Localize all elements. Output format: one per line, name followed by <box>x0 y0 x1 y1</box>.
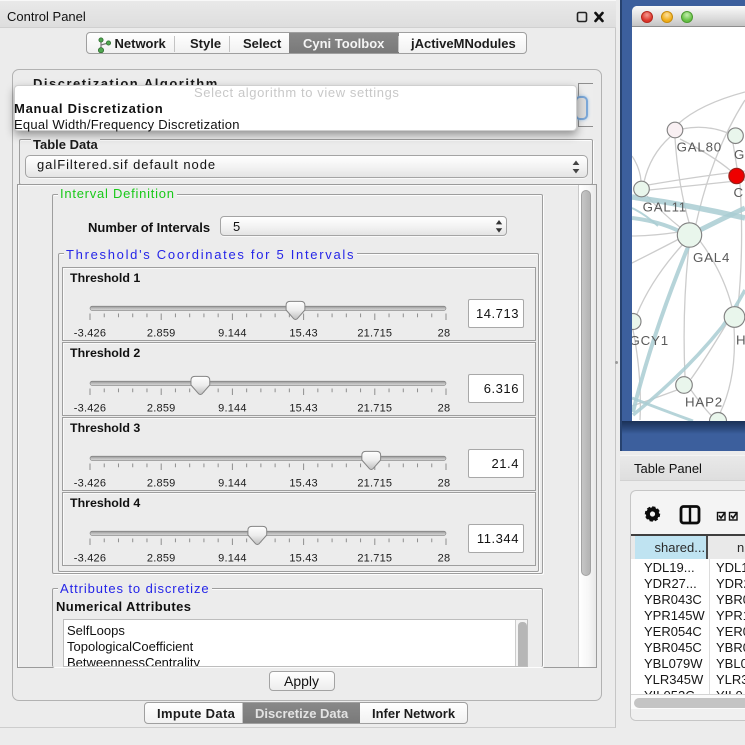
svg-text:15.43: 15.43 <box>289 403 318 415</box>
svg-text:GAL80: GAL80 <box>677 140 722 155</box>
svg-text:28: 28 <box>438 553 451 565</box>
svg-text:H: H <box>736 333 745 348</box>
svg-text:GAL4: GAL4 <box>693 250 730 265</box>
svg-text:HAP2: HAP2 <box>685 395 723 410</box>
svg-text:-3.426: -3.426 <box>74 553 106 565</box>
svg-text:9.144: 9.144 <box>218 328 247 340</box>
svg-text:15.43: 15.43 <box>289 478 318 490</box>
svg-text:21.715: 21.715 <box>357 328 392 340</box>
svg-text:C: C <box>734 185 744 200</box>
svg-text:2.859: 2.859 <box>147 403 176 415</box>
svg-text:9.144: 9.144 <box>218 553 247 565</box>
svg-text:28: 28 <box>438 403 451 415</box>
svg-text:21.715: 21.715 <box>357 403 392 415</box>
svg-text:-3.426: -3.426 <box>74 328 106 340</box>
svg-text:28: 28 <box>438 328 451 340</box>
svg-text:9.144: 9.144 <box>218 403 247 415</box>
svg-text:15.43: 15.43 <box>289 328 318 340</box>
svg-text:21.715: 21.715 <box>357 478 392 490</box>
svg-text:GCY1: GCY1 <box>632 333 669 348</box>
svg-text:GA: GA <box>734 147 745 162</box>
svg-text:-3.426: -3.426 <box>74 478 106 490</box>
svg-text:GAL11: GAL11 <box>643 200 687 215</box>
svg-text:28: 28 <box>438 478 451 490</box>
svg-text:-3.426: -3.426 <box>74 403 106 415</box>
svg-text:2.859: 2.859 <box>147 328 176 340</box>
svg-text:2.859: 2.859 <box>147 478 176 490</box>
svg-text:21.715: 21.715 <box>357 553 392 565</box>
svg-text:2.859: 2.859 <box>147 553 176 565</box>
svg-text:9.144: 9.144 <box>218 478 247 490</box>
svg-text:15.43: 15.43 <box>289 553 318 565</box>
